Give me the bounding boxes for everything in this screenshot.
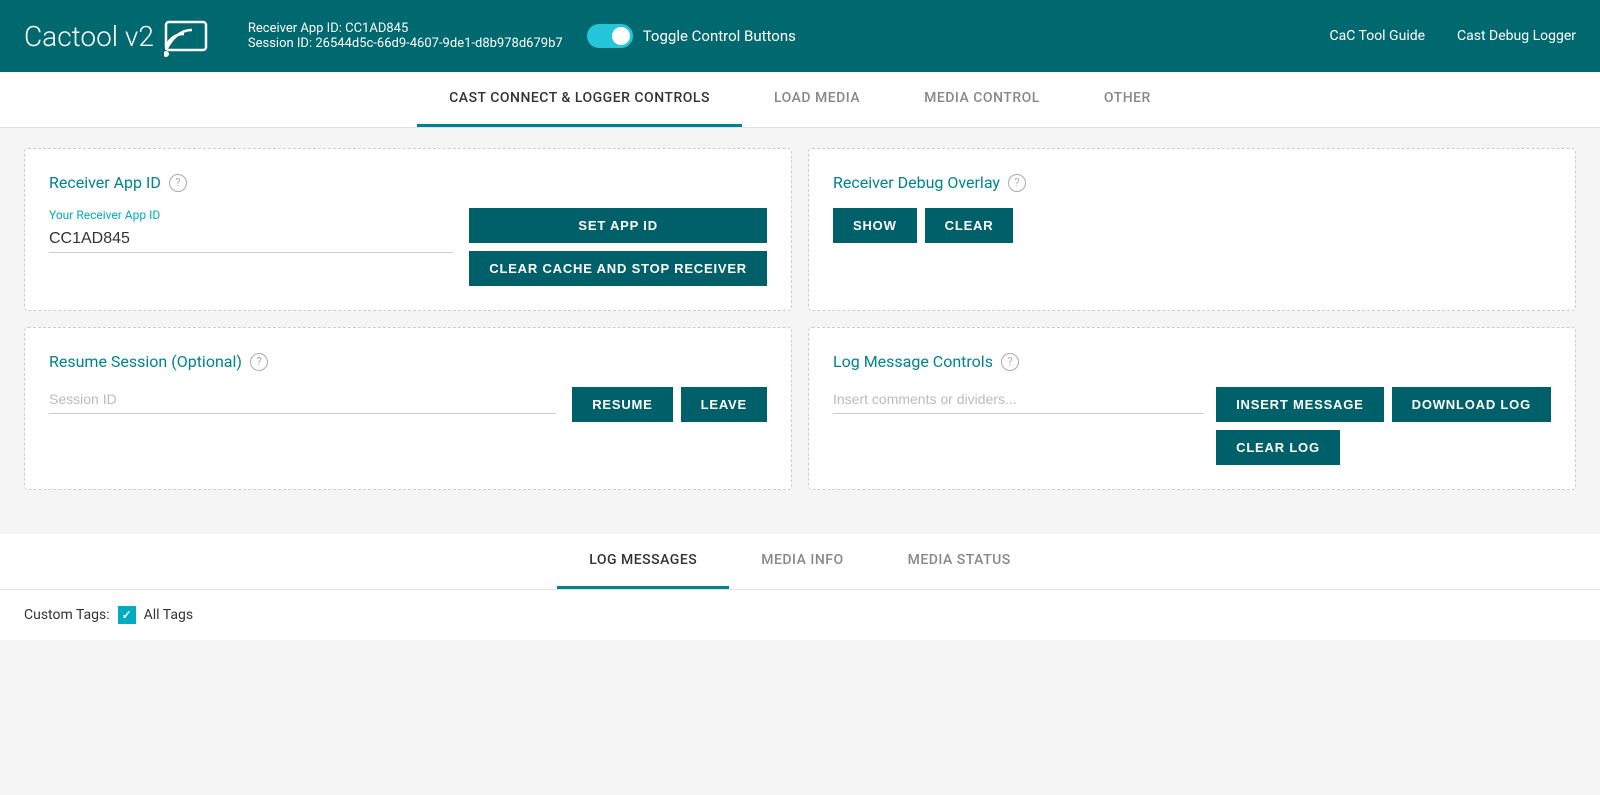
session-id-header: Session ID: 26544d5c-66d9-4607-9de1-d8b9…: [248, 36, 563, 51]
toggle-label: Toggle Control Buttons: [643, 27, 796, 45]
tab-other[interactable]: OTHER: [1072, 72, 1183, 127]
header-nav: CaC Tool Guide Cast Debug Logger: [1330, 28, 1577, 44]
all-tags-checkbox[interactable]: [118, 606, 136, 624]
receiver-app-id-title: Receiver App ID ?: [49, 173, 767, 192]
insert-message-button[interactable]: INSERT MESSAGE: [1216, 387, 1384, 422]
cast-debug-logger-link[interactable]: Cast Debug Logger: [1457, 28, 1576, 44]
receiver-app-id-input-group: Your Receiver App ID: [49, 208, 453, 253]
log-btn-top-row: INSERT MESSAGE DOWNLOAD LOG: [1216, 387, 1551, 422]
receiver-debug-overlay-title: Receiver Debug Overlay ?: [833, 173, 1551, 192]
log-message-controls-panel: Log Message Controls ? INSERT MESSAGE DO…: [808, 327, 1576, 490]
receiver-app-id-input-label: Your Receiver App ID: [49, 208, 453, 222]
custom-tags-row: Custom Tags: All Tags: [24, 606, 1576, 624]
session-id-input[interactable]: [49, 387, 556, 414]
log-message-input[interactable]: [833, 387, 1204, 414]
tab-media-info[interactable]: MEDIA INFO: [729, 534, 875, 589]
receiver-app-id-help-icon[interactable]: ?: [169, 174, 187, 192]
receiver-debug-overlay-body: SHOW CLEAR: [833, 208, 1551, 243]
resume-session-body: RESUME LEAVE: [49, 387, 767, 422]
receiver-app-id-input[interactable]: [49, 226, 453, 253]
tab-media-control[interactable]: MEDIA CONTROL: [892, 72, 1072, 127]
clear-overlay-button[interactable]: CLEAR: [925, 208, 1014, 243]
clear-log-button[interactable]: CLEAR LOG: [1216, 430, 1340, 465]
tab-load-media[interactable]: LOAD MEDIA: [742, 72, 892, 127]
log-message-controls-help-icon[interactable]: ?: [1001, 353, 1019, 371]
set-app-id-button[interactable]: SET APP ID: [469, 208, 767, 243]
log-controls-body: INSERT MESSAGE DOWNLOAD LOG CLEAR LOG: [833, 387, 1551, 465]
panels-row-1: Receiver App ID ? Your Receiver App ID S…: [24, 148, 1576, 311]
cac-tool-guide-link[interactable]: CaC Tool Guide: [1330, 28, 1426, 44]
logo-text: Cactool v2: [24, 20, 154, 53]
main-tabs: CAST CONNECT & LOGGER CONTROLS LOAD MEDI…: [0, 72, 1600, 128]
download-log-button[interactable]: DOWNLOAD LOG: [1392, 387, 1551, 422]
clear-cache-button[interactable]: CLEAR CACHE AND STOP RECEIVER: [469, 251, 767, 286]
log-section: Custom Tags: All Tags: [0, 590, 1600, 640]
debug-overlay-buttons: SHOW CLEAR: [833, 208, 1013, 243]
cast-icon: [164, 14, 208, 58]
tab-media-status[interactable]: MEDIA STATUS: [876, 534, 1043, 589]
resume-session-buttons: RESUME LEAVE: [572, 387, 767, 422]
toggle-area: Toggle Control Buttons: [587, 24, 796, 48]
receiver-app-id-buttons: SET APP ID CLEAR CACHE AND STOP RECEIVER: [469, 208, 767, 286]
show-overlay-button[interactable]: SHOW: [833, 208, 917, 243]
session-id-input-group: [49, 387, 556, 414]
main-content: Receiver App ID ? Your Receiver App ID S…: [0, 128, 1600, 526]
receiver-debug-overlay-help-icon[interactable]: ?: [1008, 174, 1026, 192]
log-input-group: [833, 387, 1204, 414]
receiver-debug-overlay-panel: Receiver Debug Overlay ? SHOW CLEAR: [808, 148, 1576, 311]
tab-log-messages[interactable]: LOG MESSAGES: [557, 534, 729, 589]
all-tags-label: All Tags: [144, 607, 193, 623]
log-buttons: INSERT MESSAGE DOWNLOAD LOG CLEAR LOG: [1216, 387, 1551, 465]
session-info: Receiver App ID: CC1AD845 Session ID: 26…: [248, 21, 563, 51]
resume-session-panel: Resume Session (Optional) ? RESUME LEAVE: [24, 327, 792, 490]
log-btn-bottom-row: CLEAR LOG: [1216, 430, 1551, 465]
resume-session-help-icon[interactable]: ?: [250, 353, 268, 371]
resume-button[interactable]: RESUME: [572, 387, 672, 422]
panels-row-2: Resume Session (Optional) ? RESUME LEAVE…: [24, 327, 1576, 490]
toggle-control-buttons[interactable]: [587, 24, 633, 48]
receiver-app-id-header: Receiver App ID: CC1AD845: [248, 21, 563, 36]
tab-cast-connect[interactable]: CAST CONNECT & LOGGER CONTROLS: [417, 72, 742, 127]
app-header: Cactool v2 Receiver App ID: CC1AD845 Ses…: [0, 0, 1600, 72]
custom-tags-label: Custom Tags:: [24, 607, 110, 623]
logo-area: Cactool v2: [24, 14, 208, 58]
resume-session-title: Resume Session (Optional) ?: [49, 352, 767, 371]
receiver-app-id-panel: Receiver App ID ? Your Receiver App ID S…: [24, 148, 792, 311]
log-message-controls-title: Log Message Controls ?: [833, 352, 1551, 371]
leave-button[interactable]: LEAVE: [681, 387, 767, 422]
bottom-tabs: LOG MESSAGES MEDIA INFO MEDIA STATUS: [0, 534, 1600, 590]
receiver-app-id-body: Your Receiver App ID SET APP ID CLEAR CA…: [49, 208, 767, 286]
